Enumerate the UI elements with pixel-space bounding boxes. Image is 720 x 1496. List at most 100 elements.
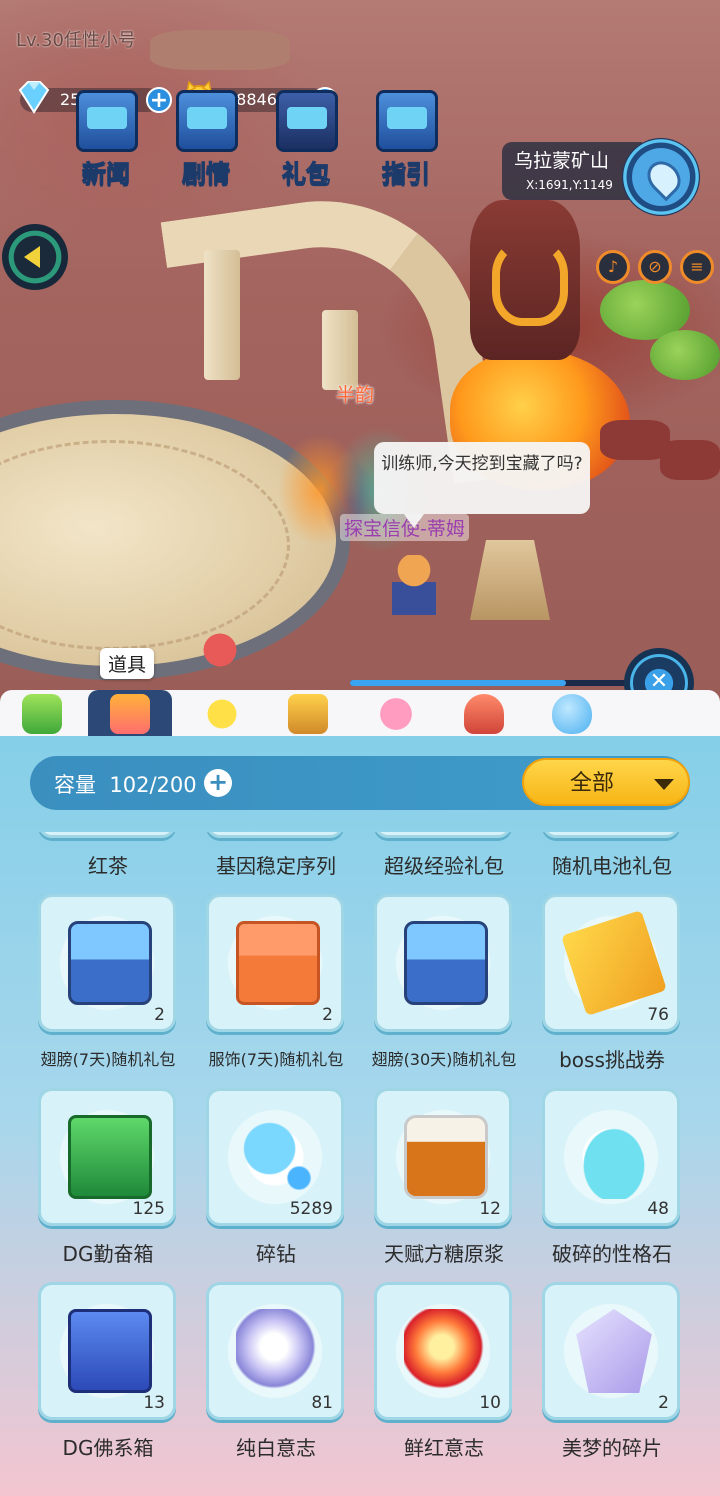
item-name: 碎钻: [256, 1242, 296, 1266]
capacity-value: 102/200: [109, 773, 197, 797]
tab-crown[interactable]: [266, 690, 350, 736]
tab-battery[interactable]: [0, 690, 84, 736]
item-card[interactable]: 125: [38, 1088, 176, 1226]
item-slot[interactable]: 125 DG勤奋箱: [38, 1088, 178, 1268]
item-card[interactable]: 76: [542, 894, 680, 1032]
dream-shard-icon: [576, 1309, 652, 1393]
category-filter-dropdown[interactable]: 全部: [522, 758, 690, 806]
item-name: 服饰(7天)随机礼包: [208, 1050, 344, 1069]
item-name: 鲜红意志: [404, 1436, 484, 1460]
player-level-label: Lv.30任性小号: [16, 30, 136, 51]
item-card[interactable]: 5289: [206, 1088, 344, 1226]
item-name: 天赋方糖原浆: [384, 1242, 504, 1266]
item-slot[interactable]: 48 破碎的性格石: [542, 1088, 682, 1268]
item-name: 随机电池礼包: [552, 854, 672, 878]
item-card[interactable]: [374, 832, 512, 838]
story-label: 剧情: [182, 160, 231, 189]
item-card[interactable]: 10: [374, 1282, 512, 1420]
item-count: 5289: [289, 1199, 333, 1219]
location-panel: 乌拉蒙矿山 X:1691,Y:1149: [502, 142, 642, 200]
item-card[interactable]: 2: [38, 894, 176, 1032]
item-name: boss挑战券: [559, 1048, 665, 1072]
item-slot[interactable]: 2 美梦的碎片: [542, 1282, 682, 1462]
news-button[interactable]: 新闻: [64, 88, 148, 189]
item-slot[interactable]: 13 DG佛系箱: [38, 1282, 178, 1462]
menu-list-icon[interactable]: ≡: [680, 250, 714, 284]
item-slot[interactable]: 超级经验礼包: [374, 832, 514, 880]
item-card[interactable]: [374, 894, 512, 1032]
item-slot[interactable]: 2 翅膀(7天)随机礼包: [38, 894, 178, 1074]
item-card[interactable]: 2: [206, 894, 344, 1032]
item-card[interactable]: 5: [38, 832, 176, 838]
personality-stone-icon: [572, 1115, 656, 1199]
collapse-arrow-icon[interactable]: [2, 224, 68, 290]
diamond-shard-icon: [236, 1115, 320, 1199]
star-wand-icon: [202, 694, 242, 734]
item-slot[interactable]: 12 基因稳定序列: [206, 832, 346, 880]
item-slot[interactable]: 翅膀(30天)随机礼包: [372, 894, 516, 1074]
item-count: 81: [311, 1393, 333, 1413]
item-name: 翅膀(30天)随机礼包: [371, 1050, 517, 1069]
rock: [150, 30, 290, 70]
item-card[interactable]: 2: [542, 1282, 680, 1420]
item-count: 2: [154, 1005, 165, 1025]
item-count: 13: [143, 1393, 165, 1413]
tab-horse[interactable]: [442, 690, 526, 736]
tab-items[interactable]: [88, 690, 172, 736]
active-tab-tooltip: 道具: [100, 648, 155, 679]
expand-capacity-button[interactable]: +: [204, 769, 232, 797]
green-chest-icon: [68, 1115, 152, 1199]
mute-sound-icon[interactable]: ⊘: [638, 250, 672, 284]
blue-chest-icon: [68, 1309, 152, 1393]
pillar-right: [322, 310, 358, 390]
story-button[interactable]: 剧情: [164, 88, 248, 189]
item-grid[interactable]: 5 红茶 12 基因稳定序列 超级经验礼包 随机电池礼包 2 翅膀(7天)随机礼包 2 服饰(7天…: [0, 832, 720, 1496]
item-slot[interactable]: 2 服饰(7天)随机礼包: [206, 894, 346, 1074]
item-slot[interactable]: 81 纯白意志: [206, 1282, 346, 1462]
item-name: DG佛系箱: [62, 1436, 154, 1460]
item-card[interactable]: 12: [206, 832, 344, 838]
chevron-down-icon: [654, 779, 674, 790]
news-label: 新闻: [82, 160, 131, 189]
item-slot[interactable]: 随机电池礼包: [542, 832, 682, 880]
pillar-left: [204, 250, 240, 380]
map-pin-icon[interactable]: [622, 138, 700, 216]
mute-music-icon[interactable]: ♪: [596, 250, 630, 284]
item-card[interactable]: 12: [374, 1088, 512, 1226]
item-slot[interactable]: 12 天赋方糖原浆: [374, 1088, 514, 1268]
rock-totem: [470, 200, 580, 360]
guide-button[interactable]: 指引: [364, 88, 448, 189]
syrup-cup-icon: [404, 1115, 488, 1199]
item-card[interactable]: 81: [206, 1282, 344, 1420]
boss-ticket-icon: [561, 910, 667, 1016]
battery-icon: [22, 694, 62, 734]
game-scene[interactable]: Lv.30任性小号 258 + 188463 + 新闻 剧情 礼包 指引 乌拉: [0, 0, 720, 700]
inventory-tab-bar: [0, 690, 720, 736]
item-card[interactable]: 13: [38, 1282, 176, 1420]
item-slot[interactable]: 5 红茶: [38, 832, 178, 880]
item-name: 红茶: [88, 854, 128, 878]
item-slot[interactable]: 76 boss挑战券: [542, 894, 682, 1074]
item-slot[interactable]: 10 鲜红意志: [374, 1282, 514, 1462]
item-slot[interactable]: 5289 碎钻: [206, 1088, 346, 1268]
capacity-label: 容量 102/200: [54, 773, 197, 797]
tab-egg[interactable]: [530, 690, 614, 736]
item-name: 翅膀(7天)随机礼包: [40, 1050, 176, 1069]
tab-dress[interactable]: [354, 690, 438, 736]
exp-bar: [350, 680, 650, 686]
gift-button[interactable]: 礼包: [264, 88, 348, 189]
guide-icon: [376, 90, 438, 152]
item-card[interactable]: [542, 832, 680, 838]
item-count: 2: [322, 1005, 333, 1025]
pet-character[interactable]: [200, 630, 240, 680]
gift-label: 礼包: [282, 160, 331, 189]
story-icon: [176, 90, 238, 152]
npc-tim[interactable]: [392, 555, 436, 615]
item-card[interactable]: 48: [542, 1088, 680, 1226]
tab-wand[interactable]: [180, 690, 264, 736]
filter-label: 全部: [570, 771, 615, 796]
items-icon: [110, 694, 150, 734]
item-name: 美梦的碎片: [562, 1436, 662, 1460]
npc-dialog-bubble: 训练师,今天挖到宝藏了吗?: [374, 442, 590, 528]
rock: [660, 440, 720, 480]
